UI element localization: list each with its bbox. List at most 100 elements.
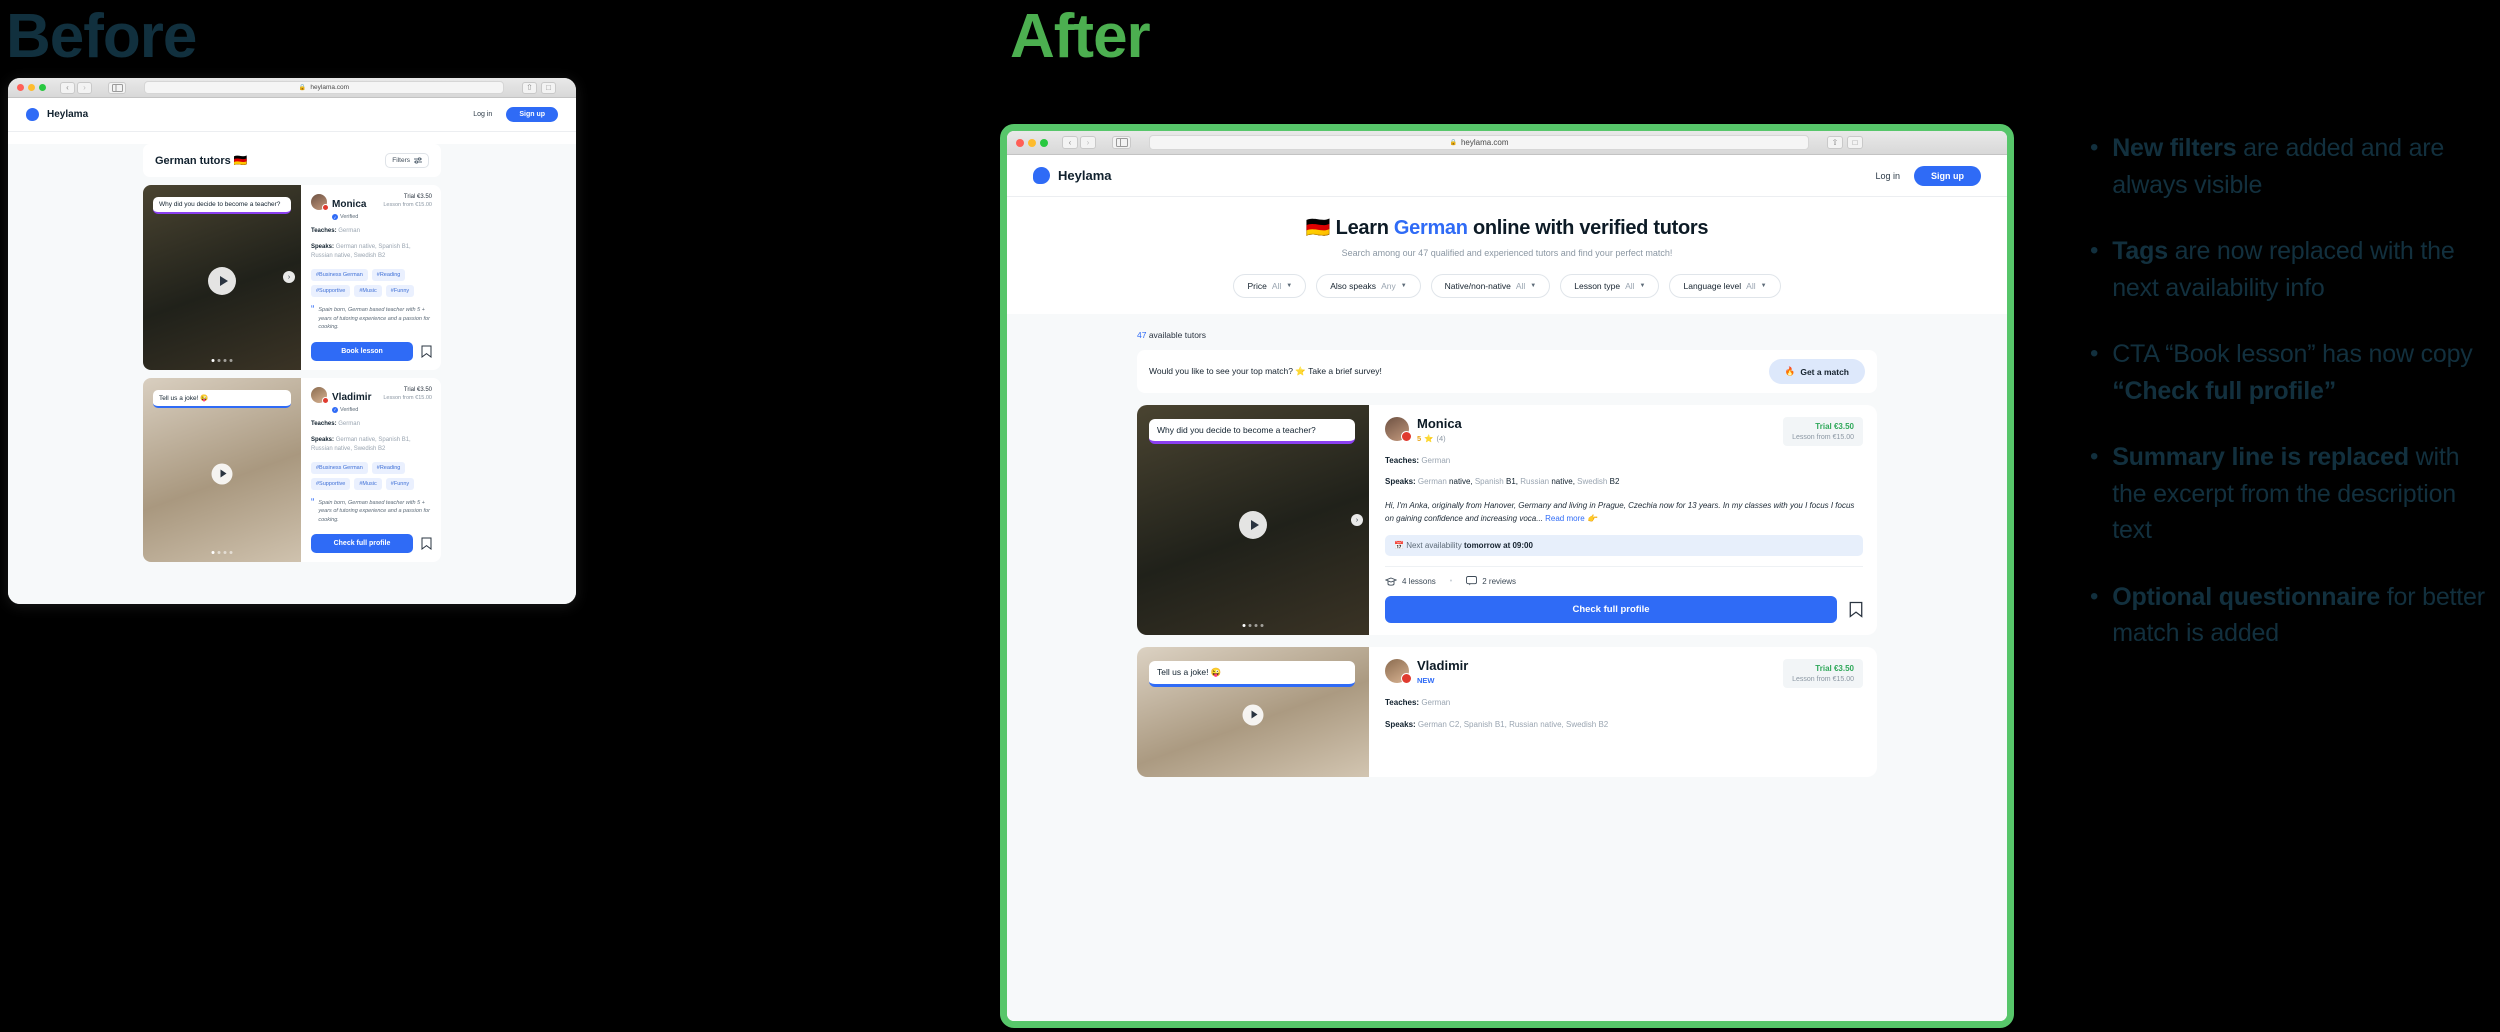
signup-button[interactable]: Sign up [1914,165,1981,186]
next-video-icon[interactable]: › [283,271,295,284]
speaks-label: Speaks: [311,244,335,250]
back-icon[interactable]: ‹ [60,81,75,94]
tutor-card[interactable]: Tell us a joke! 😜 Vladimir NEW Trial €3.… [1137,647,1877,778]
share-icon[interactable]: ⇧ [522,81,537,94]
verified-badge: ✓ Verified [332,406,371,413]
star-icon: ⭐ [1424,434,1434,444]
fire-icon: 🔥 [1784,366,1796,376]
tutor-video[interactable]: Why did you decide to become a teacher? … [1137,405,1369,636]
tag[interactable]: #Reading [371,461,406,474]
speaks-line: Speaks: German native, Spanish B1, Russi… [311,243,432,261]
verified-badge: ✓ Verified [332,214,366,220]
title-post: online with verified tutors [1467,217,1709,239]
tag[interactable]: #Reading [371,269,406,281]
play-icon[interactable] [1239,510,1267,539]
video-question-chip: Tell us a joke! 😜 [153,389,291,408]
video-question-chip: Why did you decide to become a teacher? [153,197,291,214]
bookmark-icon[interactable] [421,537,432,551]
sidebar-icon[interactable] [108,81,126,94]
address-bar[interactable]: 🔒 heylama.com [1149,135,1809,150]
tutor-card[interactable]: Why did you decide to become a teacher? … [143,185,441,370]
brand[interactable]: Heylama [1033,167,1111,184]
forward-icon[interactable]: › [77,81,92,94]
tutor-video[interactable]: Why did you decide to become a teacher? … [143,185,301,370]
close-window-icon[interactable] [1016,138,1024,147]
filter-price[interactable]: Price All ▼ [1233,274,1307,298]
next-video-icon[interactable]: › [1351,514,1363,527]
forward-icon[interactable]: › [1080,136,1096,149]
tag[interactable]: #Business German [311,269,368,281]
teaches-value: German [338,420,360,427]
avatar [1385,417,1412,442]
minimize-window-icon[interactable] [1028,138,1036,147]
speaks-level: native, [1549,477,1578,487]
nav-buttons[interactable]: ‹ › [1062,136,1096,149]
lessons-stat: 4 lessons [1385,577,1436,586]
availability-label: Next availability [1406,541,1465,551]
play-icon[interactable] [1242,704,1264,726]
video-dots[interactable] [211,551,233,555]
tag[interactable]: #Music [354,477,382,490]
new-tab-icon[interactable]: □ [1847,136,1863,149]
speaks-line: Speaks: German native, Spanish B1, Russi… [1385,476,1863,488]
nav-buttons[interactable]: ‹ › [60,81,92,94]
maximize-window-icon[interactable] [39,84,46,91]
tag[interactable]: #Supportive [311,285,351,297]
trial-price: Trial €3.50 [403,194,432,200]
filter-lesson-type[interactable]: Lesson type All ▼ [1560,274,1660,298]
tutor-card[interactable]: Tell us a joke! 😜 Vladimir ✓ Verified Tr… [143,377,441,563]
speaks-level: B2 [1607,477,1620,487]
video-dots[interactable] [1242,624,1264,628]
tutor-video[interactable]: Tell us a joke! 😜 [1137,647,1369,778]
note-item: • Summary line is replaced with the exce… [2090,439,2490,549]
tag[interactable]: #Supportive [311,477,351,490]
filter-also-speaks[interactable]: Also speaks Any ▼ [1316,274,1421,298]
sidebar-icon[interactable] [1112,136,1131,149]
speaks-line: Speaks: German C2, Spanish B1, Russian n… [1385,719,1863,731]
back-icon[interactable]: ‹ [1062,136,1078,149]
bookmark-icon[interactable] [421,345,432,358]
video-dots[interactable] [211,358,233,362]
results-count-text: available tutors [1146,330,1207,340]
chrome-right-buttons[interactable]: ⇧ □ [1827,136,1863,149]
rating: 5 ⭐ (4) [1417,434,1462,443]
teaches-line: Teaches: German [1385,455,1863,467]
get-a-match-button[interactable]: 🔥 Get a match [1768,359,1865,384]
book-lesson-button[interactable]: Book lesson [311,341,413,361]
play-icon[interactable] [211,463,233,484]
site-header: Heylama Log in Sign up [8,98,576,132]
filter-language-level[interactable]: Language level All ▼ [1669,274,1781,298]
check-full-profile-button[interactable]: Check full profile [1385,596,1837,624]
tag[interactable]: #Funny [385,477,415,490]
tutor-card[interactable]: Why did you decide to become a teacher? … [1137,405,1877,636]
filter-value: All [1625,281,1635,291]
play-icon[interactable] [208,266,236,295]
login-link[interactable]: Log in [473,111,492,118]
minimize-window-icon[interactable] [28,84,35,91]
check-full-profile-button[interactable]: Check full profile [311,534,413,554]
note-bold: Tags [2112,237,2168,265]
maximize-window-icon[interactable] [1040,138,1048,147]
filter-native-non-native[interactable]: Native/non-native All ▼ [1430,274,1551,298]
tutor-video[interactable]: Tell us a joke! 😜 [143,377,301,563]
tag[interactable]: #Funny [385,285,415,297]
filters-button[interactable]: Filters [385,153,429,168]
address-bar[interactable]: 🔒 heylama.com [144,81,504,94]
window-traffic-lights[interactable] [17,84,46,91]
bookmark-icon[interactable] [1849,601,1863,618]
tag[interactable]: #Music [354,285,382,297]
filter-label: Native/non-native [1444,281,1511,291]
tutor-info: Monica 5 ⭐ (4) Trial €3.50 Lesson from €… [1369,405,1877,635]
filter-value: All [1271,281,1282,291]
note-item: • Optional questionnaire for better matc… [2090,579,2490,652]
window-traffic-lights[interactable] [1016,138,1048,147]
brand[interactable]: Heylama [26,108,88,121]
close-window-icon[interactable] [17,84,24,91]
read-more-link[interactable]: Read more [1545,514,1585,523]
tag[interactable]: #Business German [311,461,368,474]
chrome-right-buttons[interactable]: ⇧ □ [522,81,556,94]
login-link[interactable]: Log in [1875,171,1900,181]
signup-button[interactable]: Sign up [506,107,558,122]
share-icon[interactable]: ⇧ [1827,136,1843,149]
new-tab-icon[interactable]: □ [541,81,556,94]
